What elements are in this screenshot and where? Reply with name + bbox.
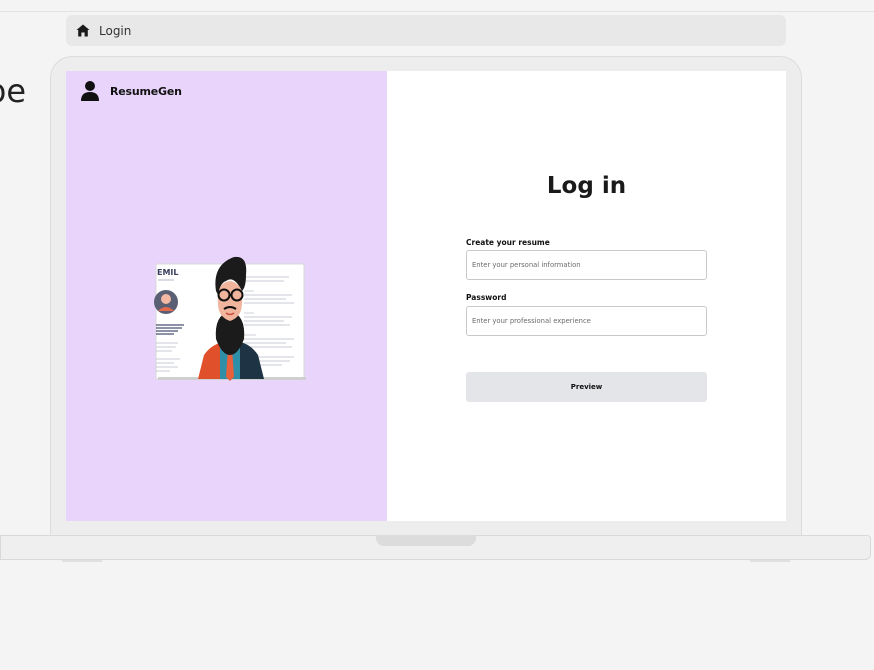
password-field-label: Password xyxy=(466,293,507,302)
home-icon[interactable] xyxy=(75,23,91,39)
resume-header-text: EMIL xyxy=(157,268,179,277)
laptop-screen: ResumeGen EMIL Log in Create your resume… xyxy=(66,71,786,521)
resume-field-label: Create your resume xyxy=(466,238,550,247)
top-divider xyxy=(0,0,874,12)
tab-bar: Login xyxy=(66,15,786,46)
page-title: Log in xyxy=(546,173,627,199)
laptop-foot-left xyxy=(62,560,102,562)
tab-login[interactable]: Login xyxy=(99,24,131,38)
user-icon xyxy=(80,80,100,102)
resume-illustration: EMIL xyxy=(154,247,306,381)
brand: ResumeGen xyxy=(80,80,182,102)
background-heading-fragment: be xyxy=(0,72,26,110)
resume-input[interactable] xyxy=(466,250,707,280)
login-form-panel: Log in Create your resume Password Previ… xyxy=(387,71,786,521)
laptop-hinge-notch xyxy=(376,535,476,546)
password-input[interactable] xyxy=(466,306,707,336)
brand-panel: ResumeGen EMIL xyxy=(66,71,388,521)
brand-name: ResumeGen xyxy=(110,84,182,98)
preview-button[interactable]: Preview xyxy=(466,372,707,402)
laptop-foot-right xyxy=(750,560,790,562)
